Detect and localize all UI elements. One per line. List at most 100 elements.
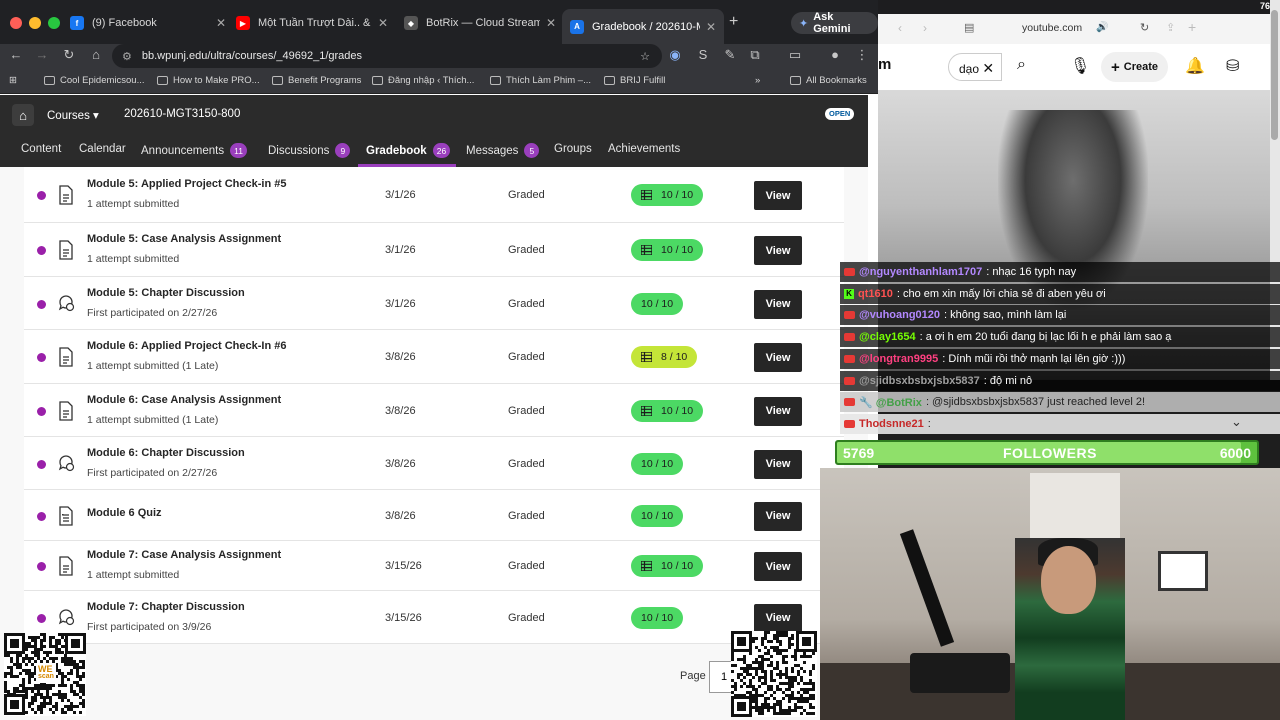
extension-icon[interactable]: ⛁ [1226,56,1239,76]
apps-icon[interactable]: ⊞ [9,75,17,86]
chevron-down-icon[interactable]: ⌄ [1231,414,1242,430]
browser-tab[interactable]: ◆BotRix — Cloud Streaming✕ [396,9,564,37]
item-name[interactable]: Module 6: Applied Project Check-In #6 [87,340,286,352]
tab-groups[interactable]: Groups [554,143,592,155]
tab-announcements[interactable]: Announcements 11 [141,143,247,158]
grade-pill[interactable]: 10 / 10 [631,399,704,422]
browser-tab[interactable]: f (9) Facebook ✕ [62,9,234,37]
new-tab-icon[interactable]: + [1188,19,1196,35]
bookmark-icon [372,76,383,85]
rubric-icon [641,352,652,362]
bookmark-item[interactable]: How to Make PRO... [157,75,260,86]
bookmark-item[interactable]: Cool Epidemicsou... [44,75,144,86]
bookmark-star-icon[interactable]: ☆ [640,50,650,63]
reload-icon[interactable]: ↻ [59,47,79,63]
minimize-window-button[interactable] [29,17,41,29]
tab-messages[interactable]: Messages 5 [466,143,540,158]
more-bookmarks-icon[interactable]: » [755,75,760,86]
grade-pill[interactable]: 10 / 10 [631,184,704,206]
address-bar[interactable]: ⚙ bb.wpunj.edu/ultra/courses/_49692_1/gr… [112,44,662,68]
courses-dropdown[interactable]: Courses ▾ [47,108,99,122]
view-button[interactable]: View [754,289,802,319]
view-button[interactable]: View [754,603,802,633]
grade-pill[interactable]: 10 / 10 [631,555,704,577]
clear-icon[interactable]: ✕ [982,60,994,76]
bookmark-item[interactable]: Thích Làm Phim –... [490,75,591,86]
tab-content[interactable]: Content [21,143,61,155]
cast-icon[interactable]: ◉ [665,47,685,63]
home-button[interactable]: ⌂ [12,104,34,126]
browser-tab[interactable]: ▶Một Tuần Trượt Dài.. & Lời✕ [228,9,396,37]
grade-pill[interactable]: 10 / 10 [631,239,704,261]
view-button[interactable]: View [754,396,802,426]
item-name[interactable]: Module 6 Quiz [87,507,162,519]
extensions-icon[interactable]: ⧉ [745,47,765,63]
qr-code-left: WE scan [4,633,86,716]
extension-pen-icon[interactable]: ✎ [720,47,740,63]
mic-icon[interactable]: 🎙 [1070,56,1090,76]
ask-gemini-button[interactable]: ✦ Ask Gemini [791,11,878,35]
count-badge: 5 [524,143,540,158]
grade-pill[interactable]: 10 / 10 [631,292,684,315]
close-window-button[interactable] [10,17,22,29]
back-icon[interactable]: ‹ [898,21,902,35]
audio-icon[interactable]: 🔊 [1096,22,1108,33]
item-name[interactable]: Module 6: Case Analysis Assignment [87,394,281,406]
view-button[interactable]: View [754,343,802,372]
view-button[interactable]: View [754,552,802,581]
profile-icon[interactable]: ● [825,47,845,62]
item-name[interactable]: Module 7: Chapter Discussion [87,601,245,613]
item-name[interactable]: Module 6: Chapter Discussion [87,447,245,459]
close-tab-icon[interactable]: ✕ [216,16,226,30]
extension-s-icon[interactable]: S [693,47,713,62]
grade-row: Module 5: Case Analysis Assignment 1 atte… [24,223,844,277]
notifications-icon[interactable]: 🔔 [1185,56,1205,76]
tab-gradebook[interactable]: Gradebook 26 [366,143,451,158]
home-icon[interactable]: ⌂ [86,47,106,62]
stream-chat: @nguyenthanhlam1707: nhạc 16 typh nay Kqt… [840,262,1280,436]
search-icon[interactable]: ⌕ [1017,56,1026,74]
grade-pill[interactable]: 8 / 10 [631,346,698,368]
item-name[interactable]: Module 7: Case Analysis Assignment [87,549,281,561]
grades-list: Module 5: Applied Project Check-in #5 1 a… [24,167,844,644]
close-tab-icon[interactable]: ✕ [378,16,388,30]
item-name[interactable]: Module 5: Case Analysis Assignment [87,233,281,245]
youtube-icon [844,311,855,320]
rubric-icon [641,190,652,200]
browser-tab[interactable]: AGradebook / 202610-MGT✕ [562,9,724,44]
view-button[interactable]: View [754,236,802,265]
menu-icon[interactable]: ⋮ [852,47,872,63]
new-tab-button[interactable]: + [729,13,738,31]
grade-pill[interactable]: 10 / 10 [631,452,684,475]
tab-achievements[interactable]: Achievements [608,143,680,155]
split-view-icon[interactable]: ▭ [785,47,805,63]
view-button[interactable]: View [754,449,802,479]
create-button[interactable]: + Create [1101,52,1169,82]
grade-pill[interactable]: 10 / 10 [631,606,684,629]
back-icon[interactable]: ← [6,47,26,62]
item-name[interactable]: Module 5: Applied Project Check-in #5 [87,178,286,190]
item-submission-info: 1 attempt submitted (1 Late) [87,360,219,372]
bookmark-item[interactable]: BRIJ Fulfill [604,75,665,86]
item-name[interactable]: Module 5: Chapter Discussion [87,287,245,299]
rubric-icon [641,245,652,255]
view-button[interactable]: View [754,501,802,531]
site-info-icon[interactable]: ⚙ [122,50,132,63]
youtube-logo[interactable]: m [878,56,891,73]
youtube-search-input[interactable]: dạo ✕ [948,53,1002,81]
close-tab-icon[interactable]: ✕ [706,20,716,34]
share-icon[interactable]: ⇪ [1166,21,1175,34]
scroll-thumb[interactable] [1271,10,1278,140]
tab-discussions[interactable]: Discussions 9 [268,143,351,158]
grade-pill[interactable]: 10 / 10 [631,504,684,527]
zoom-window-button[interactable] [48,17,60,29]
refresh-icon[interactable]: ↻ [1140,21,1149,34]
forward-icon[interactable]: → [32,47,52,62]
view-button[interactable]: View [754,181,802,210]
close-tab-icon[interactable]: ✕ [546,16,556,30]
bookmark-item[interactable]: Đăng nhập ‹ Thích... [372,75,474,86]
forward-icon[interactable]: › [923,21,927,35]
tab-calendar[interactable]: Calendar [79,143,126,155]
all-bookmarks[interactable]: All Bookmarks [790,75,867,86]
bookmark-item[interactable]: Benefit Programs [272,75,361,86]
